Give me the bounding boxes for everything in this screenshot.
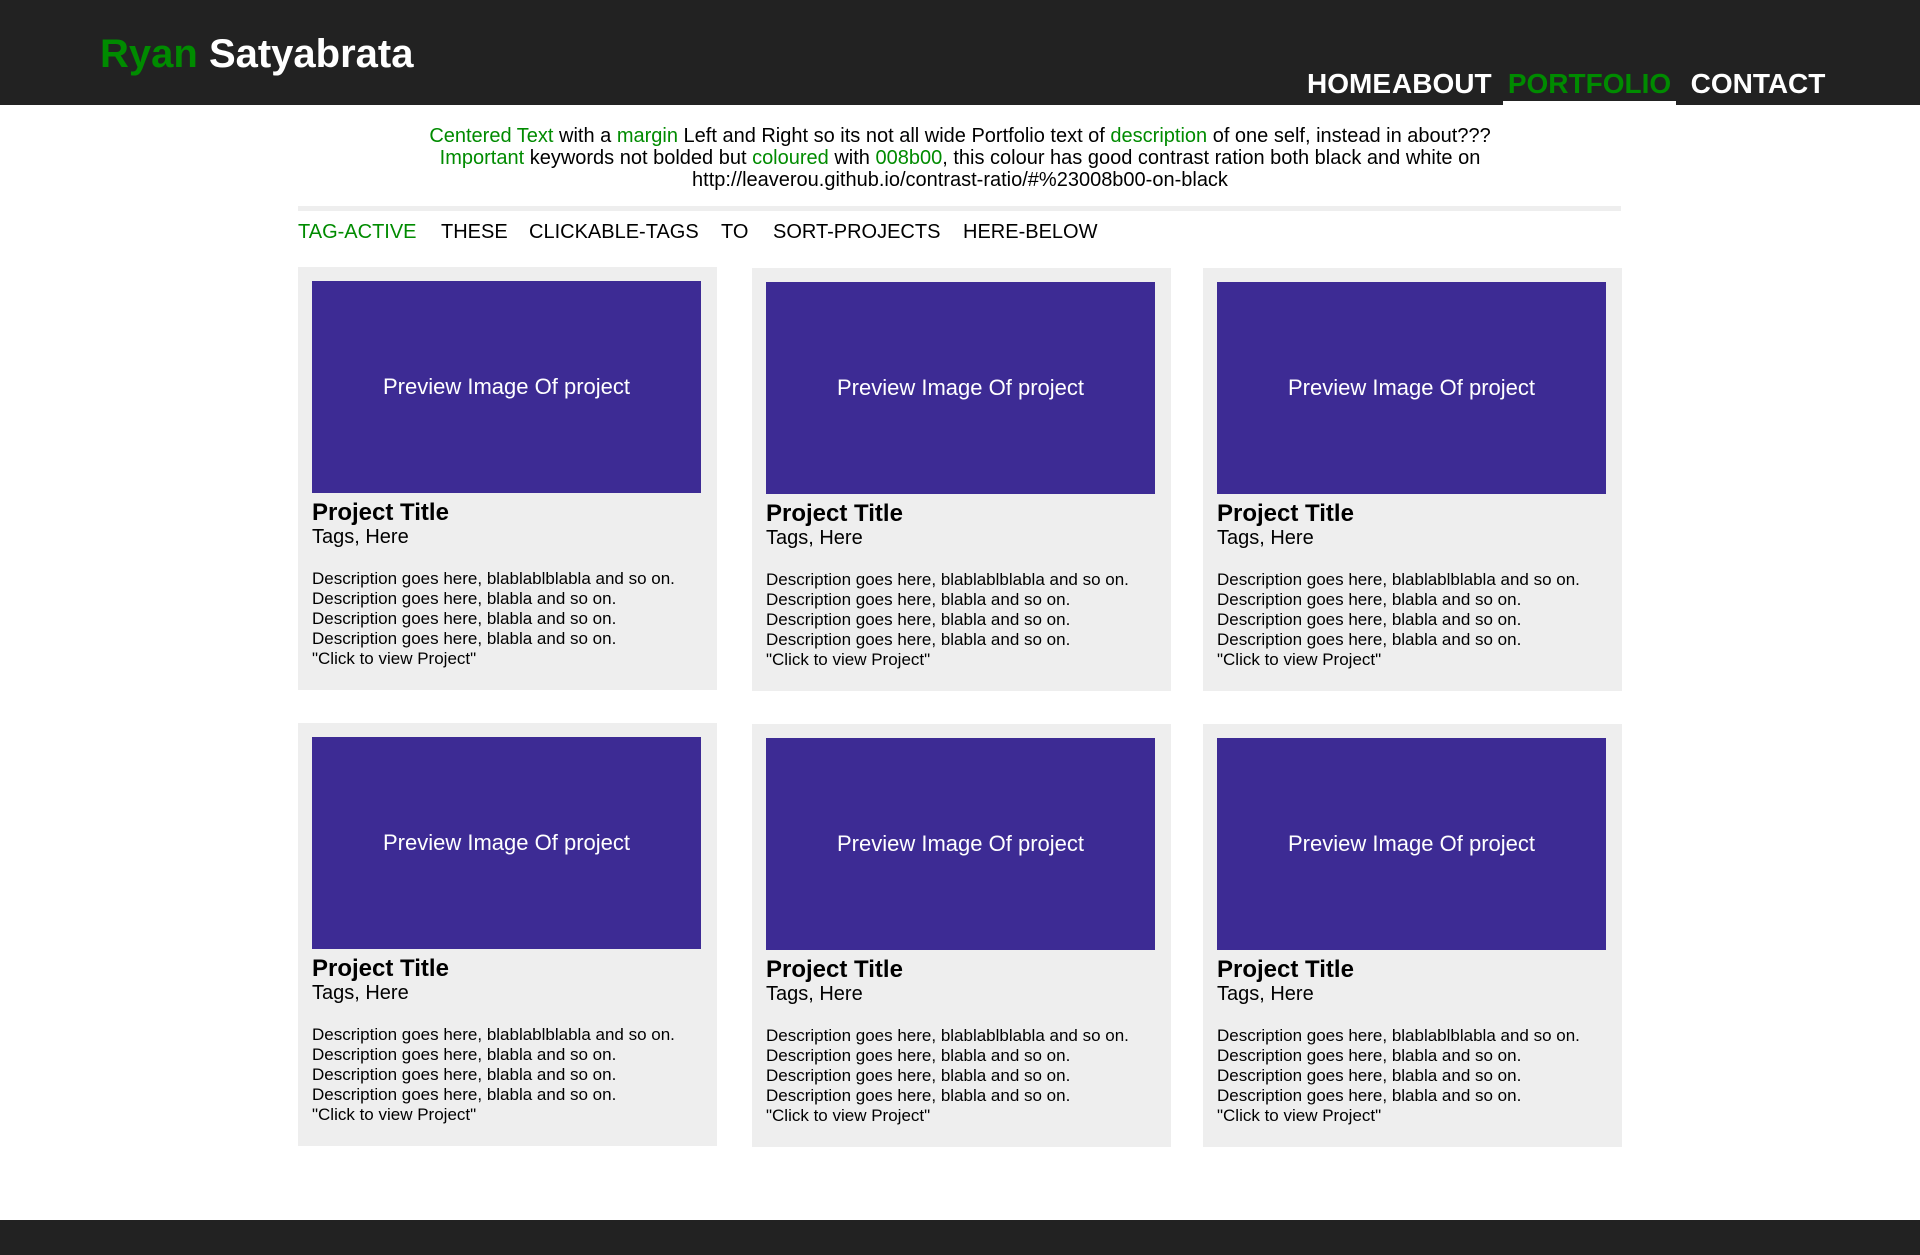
view-project-link[interactable]: "Click to view Project" [1217,650,1580,670]
view-project-link[interactable]: "Click to view Project" [1217,1106,1580,1126]
section-divider [298,206,1621,211]
project-card[interactable]: Preview Image Of project Project Title T… [298,267,717,690]
description-line: Description goes here, blablablblabla an… [1217,1026,1580,1045]
description-line: Description goes here, blabla and so on. [1217,590,1522,609]
project-card[interactable]: Preview Image Of project Project Title T… [1203,268,1622,691]
description-line: Description goes here, blablablblabla an… [312,1025,675,1044]
project-description: Description goes here, blablablblabla an… [766,1026,1129,1126]
project-preview-image[interactable]: Preview Image Of project [312,281,701,493]
tag-filter[interactable]: HERE-BELOW [963,219,1097,245]
project-tags: Tags, Here [766,983,863,1005]
intro-text: , this colour has good contrast ration b… [942,147,1481,169]
nav-contact[interactable]: CONTACT [1686,66,1830,105]
description-line: Description goes here, blabla and so on. [1217,1086,1522,1105]
description-line: Description goes here, blabla and so on. [312,1045,617,1064]
description-line: Description goes here, blabla and so on. [766,1046,1071,1065]
description-line: Description goes here, blabla and so on. [312,1085,617,1104]
intro-line-2: Important keywords not bolded but colour… [300,147,1620,169]
description-line: Description goes here, blabla and so on. [1217,1046,1522,1065]
intro-text: with [828,147,876,169]
project-card[interactable]: Preview Image Of project Project Title T… [752,724,1171,1147]
intro-keyword: margin [616,125,678,147]
view-project-link[interactable]: "Click to view Project" [766,1106,1129,1126]
description-line: Description goes here, blabla and so on. [766,610,1071,629]
intro-keyword: Centered Text [429,125,554,147]
project-card[interactable]: Preview Image Of project Project Title T… [298,723,717,1146]
tag-filter[interactable]: TO [721,219,748,245]
project-card[interactable]: Preview Image Of project Project Title T… [1203,724,1622,1147]
description-line: Description goes here, blabla and so on. [312,1065,617,1084]
description-line: Description goes here, blablablblabla an… [766,1026,1129,1045]
tag-filter[interactable]: SORT-PROJECTS [773,219,940,245]
description-line: Description goes here, blabla and so on. [766,630,1071,649]
site-footer [0,1220,1920,1255]
main-nav: HOME ABOUT PORTFOLIO CONTACT [0,66,1920,105]
tag-filter[interactable]: THESE [441,219,508,245]
view-project-link[interactable]: "Click to view Project" [312,1105,675,1125]
project-title: Project Title [312,499,449,526]
project-title: Project Title [766,956,903,983]
description-line: Description goes here, blablablblabla an… [312,569,675,588]
intro-line-1: Centered Text with a margin Left and Rig… [300,125,1620,147]
project-tags: Tags, Here [1217,527,1314,549]
view-project-link[interactable]: "Click to view Project" [766,650,1129,670]
project-title: Project Title [1217,956,1354,983]
description-line: Description goes here, blablablblabla an… [1217,570,1580,589]
project-preview-image[interactable]: Preview Image Of project [1217,282,1606,494]
description-line: Description goes here, blablablblabla an… [766,570,1129,589]
intro-keyword: Important [439,147,525,169]
project-preview-image[interactable]: Preview Image Of project [766,282,1155,494]
description-line: Description goes here, blabla and so on. [312,589,617,608]
description-line: Description goes here, blabla and so on. [1217,610,1522,629]
description-line: Description goes here, blabla and so on. [766,1066,1071,1085]
project-description: Description goes here, blablablblabla an… [766,570,1129,670]
description-line: Description goes here, blabla and so on. [1217,630,1522,649]
description-line: Description goes here, blabla and so on. [312,609,617,628]
project-description: Description goes here, blablablblabla an… [1217,570,1580,670]
project-tags: Tags, Here [312,526,409,548]
project-title: Project Title [766,500,903,527]
project-title: Project Title [312,955,449,982]
intro-keyword: description [1110,125,1208,147]
project-preview-image[interactable]: Preview Image Of project [312,737,701,949]
project-description: Description goes here, blablablblabla an… [312,1025,675,1125]
nav-portfolio[interactable]: PORTFOLIO [1503,66,1676,105]
project-description: Description goes here, blablablblabla an… [1217,1026,1580,1126]
description-line: Description goes here, blabla and so on. [766,1086,1071,1105]
intro-line-3: http://leaverou.github.io/contrast-ratio… [692,169,1228,191]
tag-filter[interactable]: CLICKABLE-TAGS [529,219,699,245]
intro-keyword: coloured [752,147,829,169]
description-line: Description goes here, blabla and so on. [766,590,1071,609]
intro-text: of one self, instead in about??? [1207,125,1491,147]
project-tags: Tags, Here [1217,983,1314,1005]
intro-text: Left and Right so its not all wide Portf… [677,125,1111,147]
project-tags: Tags, Here [312,982,409,1004]
description-line: Description goes here, blabla and so on. [312,629,617,648]
description-line: Description goes here, blabla and so on. [1217,1066,1522,1085]
project-title: Project Title [1217,500,1354,527]
project-preview-image[interactable]: Preview Image Of project [1217,738,1606,950]
nav-about[interactable]: ABOUT [1392,66,1492,105]
intro-text: with a [553,125,617,147]
portfolio-intro: Centered Text with a margin Left and Rig… [300,125,1620,191]
intro-keyword: 008b00 [875,147,943,169]
project-card[interactable]: Preview Image Of project Project Title T… [752,268,1171,691]
site-header: Ryan Satyabrata HOME ABOUT PORTFOLIO CON… [0,0,1920,105]
tag-filter-active[interactable]: TAG-ACTIVE [298,219,417,245]
project-preview-image[interactable]: Preview Image Of project [766,738,1155,950]
view-project-link[interactable]: "Click to view Project" [312,649,675,669]
intro-text: keywords not bolded but [524,147,753,169]
project-tags: Tags, Here [766,527,863,549]
project-description: Description goes here, blablablblabla an… [312,569,675,669]
